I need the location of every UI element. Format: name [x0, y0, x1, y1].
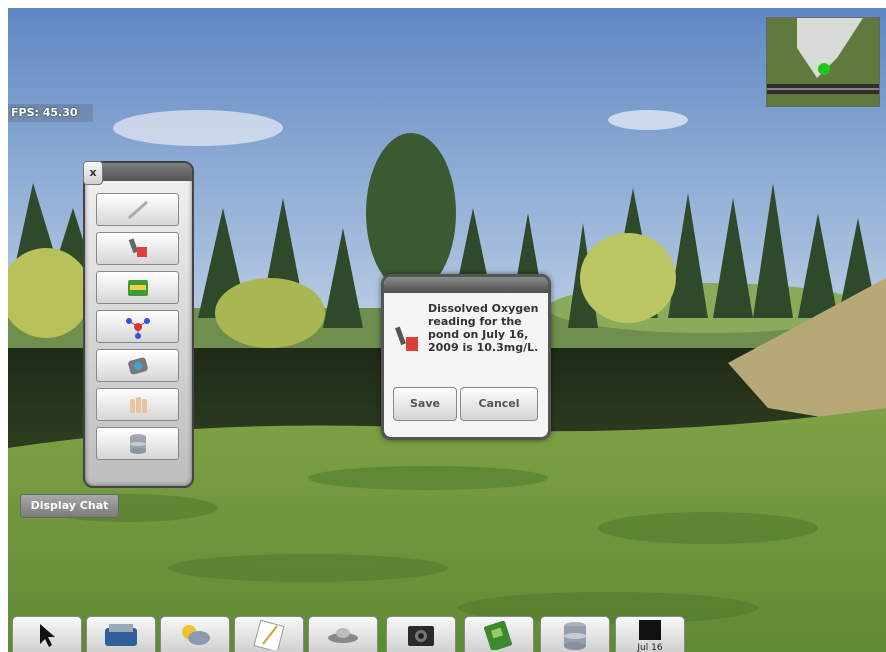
taskbar: Jul 16 [8, 614, 886, 652]
display-chat-button[interactable]: Display Chat [20, 494, 119, 518]
cancel-button[interactable]: Cancel [460, 387, 538, 421]
tool-probe[interactable] [96, 232, 179, 265]
probe-icon [395, 326, 418, 351]
database-icon [564, 622, 586, 650]
dialog-header [384, 277, 548, 293]
save-button[interactable]: Save [393, 387, 457, 421]
tool-test-kit[interactable] [96, 271, 179, 304]
weather-icon [182, 625, 210, 645]
camera-icon [408, 626, 434, 646]
tool-pencil[interactable] [96, 193, 179, 226]
fps-counter: FPS: 45.30 [8, 104, 93, 122]
player-marker [818, 63, 830, 75]
taskbar-calendar[interactable]: Jul 16 [615, 616, 685, 652]
tool-specimen[interactable] [96, 388, 179, 421]
close-panel-button[interactable]: x [83, 161, 103, 185]
taskbar-camera[interactable] [386, 616, 456, 652]
database-icon [129, 433, 146, 454]
test-kit-icon [127, 279, 148, 296]
tool-database[interactable] [96, 427, 179, 460]
calendar-icon [639, 620, 661, 640]
molecule-icon [125, 317, 150, 339]
taskbar-pointer[interactable] [12, 616, 82, 652]
taskbar-notebook[interactable] [234, 616, 304, 652]
reading-dialog: Dissolved Oxygen reading for the pond on… [381, 274, 551, 440]
minimap[interactable] [766, 17, 880, 107]
toolbox-icon [105, 624, 137, 646]
taskbar-teleport[interactable] [308, 616, 378, 652]
game-viewport[interactable]: FPS: 45.30 x Display Chat Dissolved Oxyg… [8, 8, 886, 652]
probe-icon [128, 237, 147, 257]
taskbar-weather[interactable] [160, 616, 230, 652]
teleport-icon [328, 628, 358, 643]
specimen-icon [129, 396, 147, 413]
tool-molecule[interactable] [96, 310, 179, 343]
notebook-icon [253, 620, 285, 650]
taskbar-field-guide[interactable] [464, 616, 534, 652]
pointer-icon [40, 624, 55, 647]
tool-camera-id[interactable] [96, 349, 179, 382]
calendar-date: Jul 16 [637, 643, 663, 652]
camera-id-icon [127, 357, 148, 374]
field-guide-icon [484, 620, 512, 650]
taskbar-database[interactable] [540, 616, 610, 652]
tool-panel: x [83, 161, 194, 488]
taskbar-toolbox[interactable] [86, 616, 156, 652]
dialog-message: Dissolved Oxygen reading for the pond on… [428, 302, 539, 354]
pencil-icon [127, 200, 148, 219]
